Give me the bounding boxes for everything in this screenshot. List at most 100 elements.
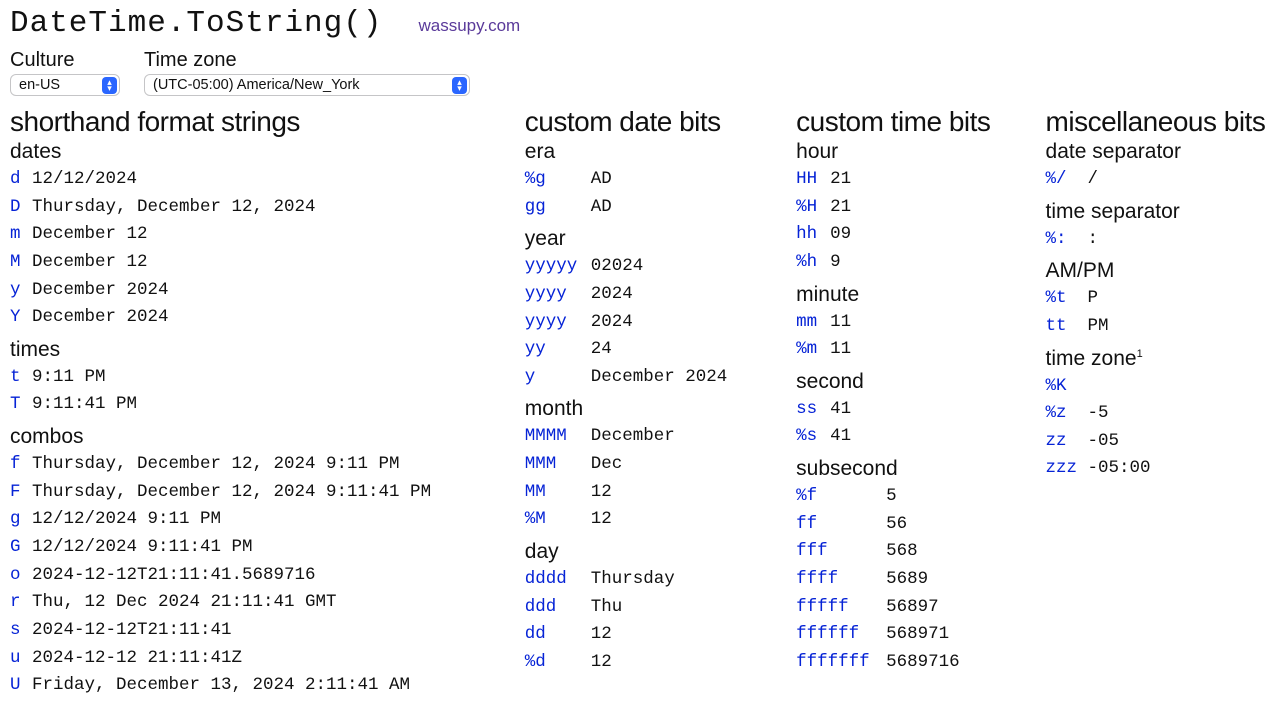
custom-date-heading: custom date bits: [525, 106, 796, 138]
format-row: yDecember 2024: [525, 364, 796, 392]
format-row: %m11: [796, 336, 1045, 364]
format-code: %/: [1046, 166, 1088, 194]
ampm-heading: AM/PM: [1046, 259, 1270, 283]
format-row: %tP: [1046, 285, 1270, 313]
culture-label: Culture: [10, 49, 120, 72]
format-code: y: [10, 277, 32, 305]
format-value: 12: [591, 506, 612, 534]
custom-time-heading: custom time bits: [796, 106, 1045, 138]
format-row: YDecember 2024: [10, 304, 525, 332]
format-code: mm: [796, 309, 830, 337]
format-code: tt: [1046, 313, 1088, 341]
format-code: %m: [796, 336, 830, 364]
format-code: T: [10, 391, 32, 419]
format-value: 5689716: [886, 649, 960, 677]
timezone-value: (UTC-05:00) America/New_York: [153, 77, 360, 93]
format-code: dd: [525, 621, 591, 649]
minute-heading: minute: [796, 283, 1045, 307]
format-row: d12/12/2024: [10, 166, 525, 194]
misc-heading: miscellaneous bits: [1046, 106, 1270, 138]
format-code: ffffff: [796, 621, 886, 649]
format-code: Y: [10, 304, 32, 332]
format-value: :: [1088, 226, 1099, 254]
format-value: -5: [1088, 400, 1109, 428]
format-value: Friday, December 13, 2024 2:11:41 AM: [32, 672, 410, 700]
format-value: /: [1088, 166, 1099, 194]
format-code: %K: [1046, 373, 1088, 401]
format-row: yDecember 2024: [10, 277, 525, 305]
datesep-heading: date separator: [1046, 140, 1270, 164]
format-value: 12/12/2024 9:11 PM: [32, 506, 221, 534]
format-row: %f5: [796, 483, 1045, 511]
year-heading: year: [525, 227, 796, 251]
site-link[interactable]: wassupy.com: [418, 16, 520, 36]
format-code: d: [10, 166, 32, 194]
format-value: 41: [830, 423, 851, 451]
format-row: UFriday, December 13, 2024 2:11:41 AM: [10, 672, 525, 700]
format-code: yy: [525, 336, 591, 364]
format-value: 568: [886, 538, 918, 566]
format-value: Thursday, December 12, 2024: [32, 194, 316, 222]
format-code: D: [10, 194, 32, 222]
format-value: Thu, 12 Dec 2024 21:11:41 GMT: [32, 589, 337, 617]
format-value: 9: [830, 249, 841, 277]
format-code: %t: [1046, 285, 1088, 313]
format-code: HH: [796, 166, 830, 194]
format-value: AD: [591, 166, 612, 194]
second-heading: second: [796, 370, 1045, 394]
format-value: 56897: [886, 594, 939, 622]
format-value: December 2024: [591, 364, 728, 392]
format-row: HH21: [796, 166, 1045, 194]
format-code: yyyyy: [525, 253, 591, 281]
format-code: yyyy: [525, 281, 591, 309]
format-row: fff568: [796, 538, 1045, 566]
format-value: 568971: [886, 621, 949, 649]
format-value: P: [1088, 285, 1099, 313]
format-code: M: [10, 249, 32, 277]
format-value: 2024: [591, 281, 633, 309]
shorthand-heading: shorthand format strings: [10, 106, 525, 138]
format-row: ggAD: [525, 194, 796, 222]
format-code: fffff: [796, 594, 886, 622]
format-row: %z-5: [1046, 400, 1270, 428]
format-code: MM: [525, 479, 591, 507]
format-row: ffff5689: [796, 566, 1045, 594]
month-heading: month: [525, 397, 796, 421]
timezone-label: Time zone: [144, 49, 470, 72]
format-row: MMMDec: [525, 451, 796, 479]
format-row: dddThu: [525, 594, 796, 622]
format-row: %K: [1046, 373, 1270, 401]
format-row: hh09: [796, 221, 1045, 249]
format-row: T9:11:41 PM: [10, 391, 525, 419]
format-value: 09: [830, 221, 851, 249]
format-row: fffff56897: [796, 594, 1045, 622]
format-row: zzz-05:00: [1046, 455, 1270, 483]
format-code: %H: [796, 194, 830, 222]
format-code: f: [10, 451, 32, 479]
format-value: 12: [591, 479, 612, 507]
format-row: %M12: [525, 506, 796, 534]
format-row: ddddThursday: [525, 566, 796, 594]
format-value: 2024-12-12 21:11:41Z: [32, 645, 242, 673]
format-value: 56: [886, 511, 907, 539]
format-value: 5: [886, 483, 897, 511]
format-code: gg: [525, 194, 591, 222]
format-code: y: [525, 364, 591, 392]
format-row: %s41: [796, 423, 1045, 451]
timesep-heading: time separator: [1046, 200, 1270, 224]
format-row: u2024-12-12 21:11:41Z: [10, 645, 525, 673]
format-code: %s: [796, 423, 830, 451]
format-row: %gAD: [525, 166, 796, 194]
format-value: Thursday, December 12, 2024 9:11 PM: [32, 451, 400, 479]
culture-select[interactable]: en-US ▴▾: [10, 74, 120, 96]
format-value: December 12: [32, 221, 148, 249]
format-code: r: [10, 589, 32, 617]
format-row: %//: [1046, 166, 1270, 194]
tz-heading: time zone1: [1046, 347, 1270, 371]
format-row: mDecember 12: [10, 221, 525, 249]
timezone-select[interactable]: (UTC-05:00) America/New_York ▴▾: [144, 74, 470, 96]
format-code: t: [10, 364, 32, 392]
format-value: 2024: [591, 309, 633, 337]
format-code: %f: [796, 483, 886, 511]
format-value: 12: [591, 649, 612, 677]
